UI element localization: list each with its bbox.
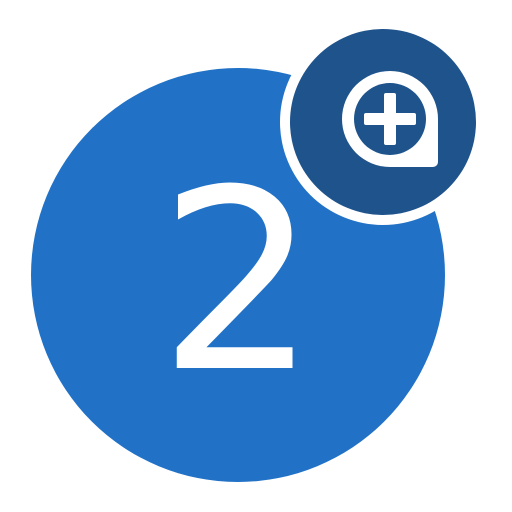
plus-vertical [384, 93, 396, 145]
add-comment-icon [342, 71, 438, 167]
digit-label: 2 [158, 136, 317, 427]
app-icon: 2 [0, 0, 512, 512]
icon-canvas: 2 [31, 19, 486, 482]
